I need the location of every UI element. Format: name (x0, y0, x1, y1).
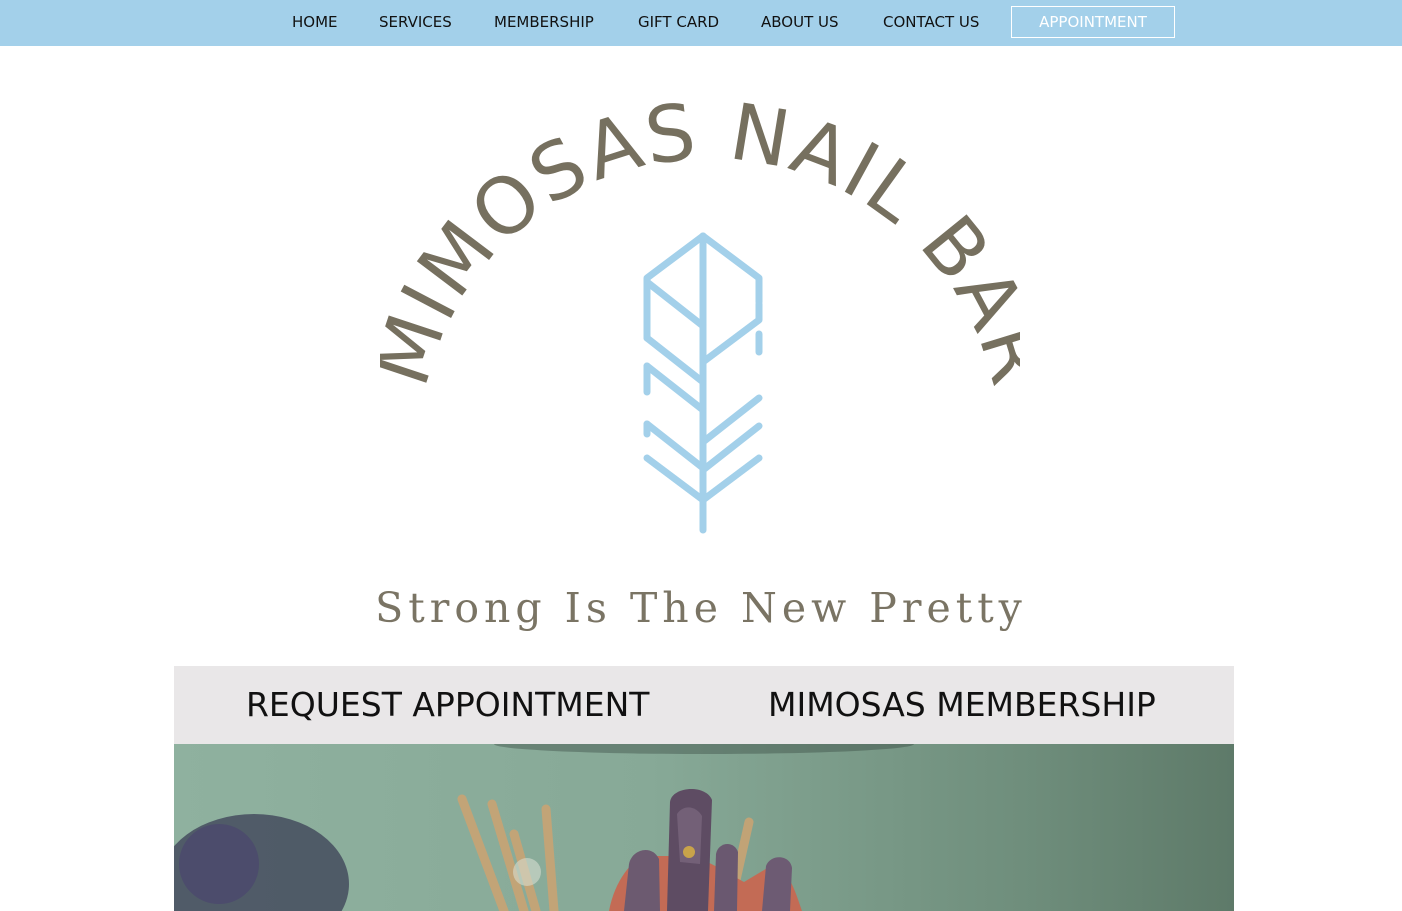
nail-art-photo (174, 744, 914, 911)
top-navigation: HOME SERVICES MEMBERSHIP GIFT CARD ABOUT… (0, 0, 1402, 46)
nav-about-us[interactable]: ABOUT US (761, 0, 839, 44)
tagline: Strong Is The New Pretty (375, 584, 1027, 632)
logo-graphic: MIMOSAS NAIL BAR (357, 87, 1061, 534)
request-appointment-link[interactable]: REQUEST APPOINTMENT (246, 666, 649, 744)
cta-band: REQUEST APPOINTMENT MIMOSAS MEMBERSHIP (174, 666, 1234, 744)
feather-icon (643, 232, 763, 534)
appointment-button[interactable]: APPOINTMENT (1011, 6, 1175, 38)
brand-logo[interactable]: MIMOSAS NAIL BAR (357, 60, 1061, 550)
nav-gift-card[interactable]: GIFT CARD (638, 0, 719, 44)
nav-services[interactable]: SERVICES (379, 0, 452, 44)
nav-contact-us[interactable]: CONTACT US (883, 0, 979, 44)
mimosas-membership-link[interactable]: MIMOSAS MEMBERSHIP (768, 666, 1156, 744)
nav-home[interactable]: HOME (292, 0, 338, 44)
hero-image (174, 744, 1234, 911)
nav-membership[interactable]: MEMBERSHIP (494, 0, 594, 44)
